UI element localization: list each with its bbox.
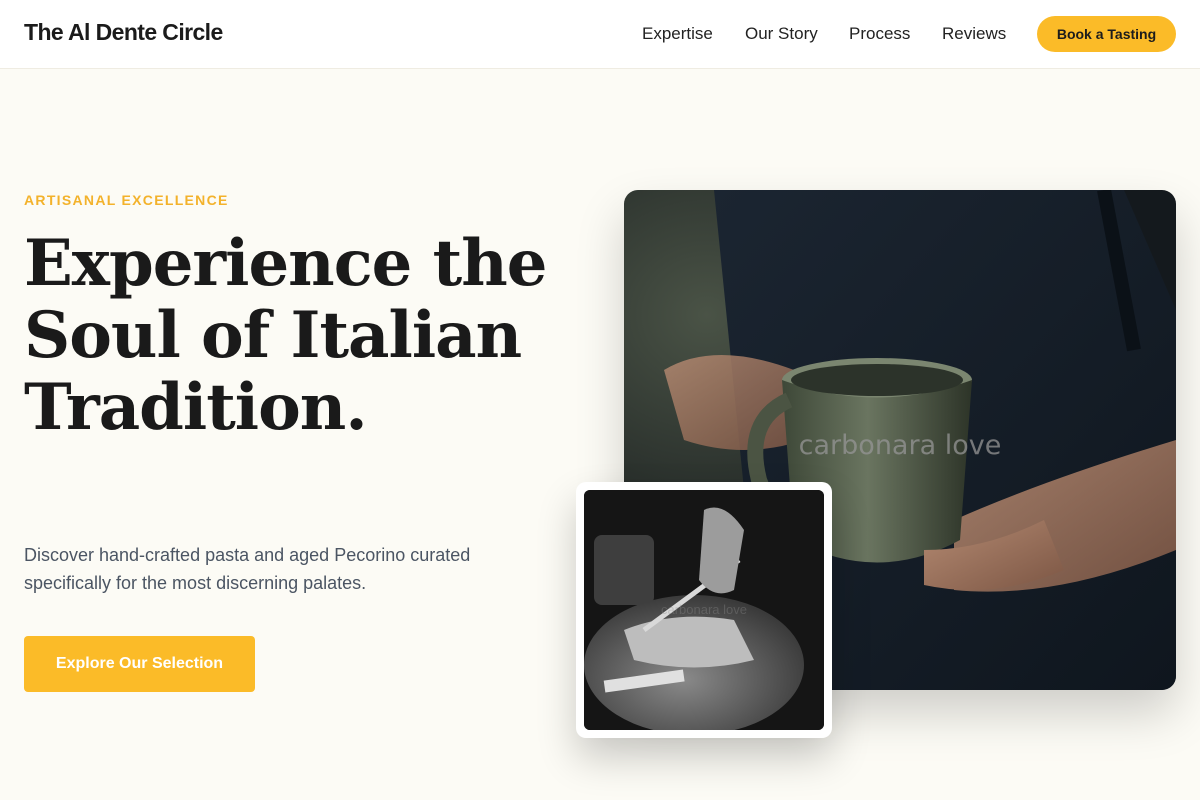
explore-selection-button[interactable]: Explore Our Selection (24, 636, 255, 692)
nav-link-expertise[interactable]: Expertise (642, 24, 713, 44)
main-photo-caption: carbonara love (798, 430, 1002, 461)
nav-link-our-story[interactable]: Our Story (745, 24, 818, 44)
secondary-photo-caption: carbonara love (661, 602, 747, 617)
book-tasting-button[interactable]: Book a Tasting (1037, 16, 1176, 52)
nav-link-process[interactable]: Process (849, 24, 910, 44)
pasta-cutting-photo: carbonara love (584, 490, 824, 730)
brand-logo[interactable]: The Al Dente Circle (24, 19, 223, 46)
hero-subcopy: Discover hand-crafted pasta and aged Pec… (24, 545, 471, 593)
nav-link-reviews[interactable]: Reviews (942, 24, 1006, 44)
secondary-photo-card: carbonara love (576, 482, 832, 738)
hero-headline: Experience the Soul of Italian Tradition… (24, 226, 547, 445)
site-header: The Al Dente Circle Expertise Our Story … (0, 0, 1200, 69)
hero-eyebrow: ARTISANAL EXCELLENCE (24, 192, 229, 208)
